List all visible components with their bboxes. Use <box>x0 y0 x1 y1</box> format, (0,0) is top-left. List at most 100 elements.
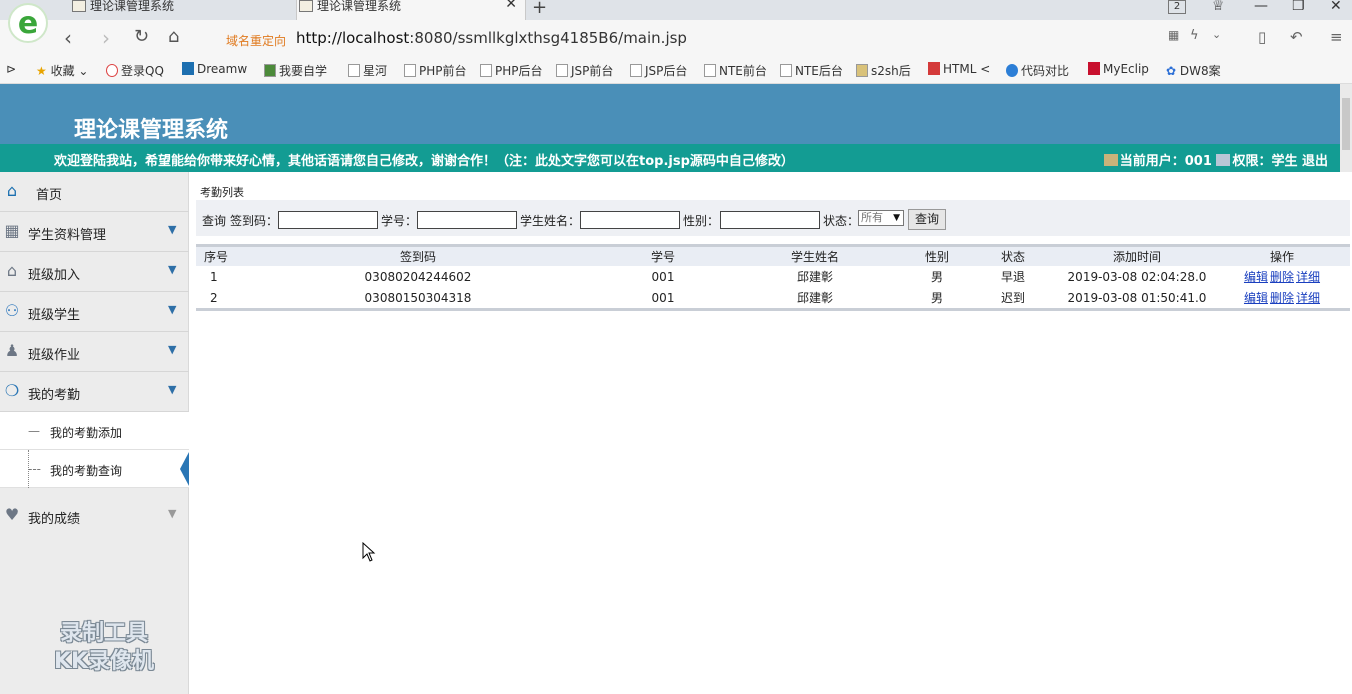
url-field[interactable]: http://localhost:8080/ssmllkglxthsg4185B… <box>296 29 687 47</box>
edit-link[interactable]: 编辑 <box>1244 291 1268 305</box>
close-window-icon[interactable]: ✕ <box>1330 0 1342 14</box>
user-info: 当前用户：001 权限：学生 退出 <box>1103 150 1328 169</box>
name-input[interactable] <box>580 211 680 229</box>
table-row: 1 03080204244602 001 邱建彰 男 早退 2019-03-08… <box>196 266 1350 288</box>
sidebar-item-student-profile[interactable]: ▦ 学生资料管理 ▼ <box>0 212 189 252</box>
sidebar-item-class-join[interactable]: ⌂ 班级加入 ▼ <box>0 252 189 292</box>
col-header: 学生姓名 <box>722 245 908 266</box>
caret-down-icon: ▼ <box>168 303 177 316</box>
caret-down-icon: ▼ <box>168 263 177 276</box>
undo-icon[interactable]: ↶ <box>1290 28 1303 46</box>
close-tab-icon[interactable]: ✕ <box>505 0 517 11</box>
sidebar-item-my-attendance[interactable]: ❍ 我的考勤 ▼ <box>0 372 189 412</box>
sidebar-item-label: 我的考勤 <box>28 388 81 403</box>
cell-actions: 编辑 删除 详细 <box>1214 288 1350 310</box>
sidebar-item-home[interactable]: ⌂ 首页 <box>0 172 189 212</box>
delete-link[interactable]: 删除 <box>1270 291 1294 305</box>
dreamweaver-icon <box>182 62 194 75</box>
sidebar-item-label: 学生资料管理 <box>28 228 107 243</box>
bookmark-icon[interactable]: ▯ <box>1258 28 1266 46</box>
bookmark-item[interactable]: JSP前台 <box>556 62 613 79</box>
scrollbar-thumb[interactable] <box>1342 98 1350 150</box>
tab-count-badge[interactable]: 2 <box>1168 0 1186 14</box>
bookmark-item[interactable]: NTE后台 <box>780 62 843 79</box>
main-content: 考勤列表 查询 签到码： 学号： 学生姓名： 性别： 状态： 所有 ▼ 查询 序号… <box>196 180 1352 690</box>
caret-down-icon: ▼ <box>168 343 177 356</box>
menu-icon[interactable]: ≡ <box>1330 28 1343 46</box>
bookmark-item[interactable]: PHP前台 <box>404 62 467 79</box>
caret-down-icon: ▼ <box>168 223 177 236</box>
forward-icon[interactable]: › <box>102 26 110 50</box>
tree-connector: — <box>28 424 40 438</box>
cell-sno: 001 <box>651 290 675 305</box>
svg-text:e: e <box>18 6 38 41</box>
tab-1-title: 理论课管理系统 <box>90 0 175 13</box>
bookmark-item[interactable]: ★ 收藏 ⌄ <box>36 62 88 79</box>
cell-sex: 男 <box>930 291 943 306</box>
image-icon <box>264 64 276 77</box>
compare-icon <box>1006 64 1018 77</box>
browser-tab-strip: e 理论课管理系统 理论课管理系统 ✕ + 2 ♕ — ❐ ✕ <box>0 0 1352 43</box>
table-header-row: 序号 签到码 学号 学生姓名 性别 状态 添加时间 操作 <box>196 245 1350 266</box>
search-query-label: 查询 <box>202 214 227 228</box>
user-icon <box>1103 154 1118 166</box>
bookmark-item[interactable]: 登录QQ <box>106 62 164 79</box>
role-icon <box>1216 154 1231 166</box>
bookmark-item[interactable]: 星河 <box>348 62 387 79</box>
chevron-down-icon[interactable]: ⌄ <box>1212 28 1221 41</box>
status-select[interactable]: 所有 ▼ <box>858 210 904 226</box>
edit-link[interactable]: 编辑 <box>1244 270 1268 284</box>
minimize-icon[interactable]: — <box>1254 0 1268 14</box>
new-tab-icon[interactable]: + <box>532 0 547 18</box>
bookmarks-bar: ⊳ ★ 收藏 ⌄ 登录QQ Dreamw 我要自学 星河 PHP前台 PHP后台… <box>0 56 1352 84</box>
sno-label: 学号： <box>381 214 418 228</box>
logout-link[interactable]: 退出 <box>1302 154 1328 169</box>
sidebar-subitem-attendance-query[interactable]: --- 我的考勤查询 <box>0 450 189 488</box>
bookmark-item[interactable]: PHP后台 <box>480 62 543 79</box>
sidebar-subitem-attendance-add[interactable]: — 我的考勤添加 <box>0 412 189 450</box>
code-input[interactable] <box>278 211 378 229</box>
redirect-label[interactable]: 域名重定向 <box>226 32 286 49</box>
search-button[interactable]: 查询 <box>908 209 946 230</box>
sidebar-item-label: 班级学生 <box>28 308 81 323</box>
welcome-text: 欢迎登陆我站，希望能给你带来好心情，其他话语请您自己修改，谢谢合作！（注：此处文… <box>54 154 794 169</box>
caret-down-icon: ▼ <box>168 383 177 396</box>
bookmark-item[interactable]: ✿ DW8案 <box>1166 62 1221 79</box>
dropdown-arrow-icon: ▼ <box>893 213 900 223</box>
sidebar-item-class-students[interactable]: ⚇ 班级学生 ▼ <box>0 292 189 332</box>
detail-link[interactable]: 详细 <box>1296 270 1320 284</box>
url-host: http://localhost <box>296 29 410 47</box>
bookmark-item[interactable]: MyEclip <box>1088 62 1149 76</box>
cell-time: 2019-03-08 02:04:28.0 <box>1067 269 1207 284</box>
skin-icon[interactable]: ♕ <box>1212 0 1225 14</box>
bookmark-item[interactable]: HTML < <box>928 62 990 76</box>
scrollbar[interactable] <box>1340 84 1352 172</box>
tab-1[interactable]: 理论课管理系统 <box>70 0 296 20</box>
bookmark-item[interactable]: Dreamw <box>182 62 247 76</box>
bookmark-item[interactable]: 代码对比 <box>1006 62 1069 79</box>
sex-input[interactable] <box>720 211 820 229</box>
cell-code: 03080150304318 <box>364 290 472 305</box>
cell-sex: 男 <box>930 270 943 284</box>
bookmark-item[interactable]: s2sh后 <box>856 62 911 79</box>
bookmark-item[interactable]: JSP后台 <box>630 62 687 79</box>
back-icon[interactable]: ‹ <box>64 26 72 50</box>
delete-link[interactable]: 删除 <box>1270 270 1294 284</box>
page-favicon-icon <box>299 0 313 12</box>
tab-2[interactable]: 理论课管理系统 ✕ <box>296 0 526 20</box>
sidebar-toggle-icon[interactable]: ⊳ <box>6 62 16 76</box>
sidebar-item-class-homework[interactable]: ♟ 班级作业 ▼ <box>0 332 189 372</box>
col-header: 序号 <box>196 245 232 266</box>
lightning-icon[interactable]: ϟ <box>1190 28 1199 43</box>
home-nav-icon[interactable]: ⌂ <box>168 26 179 47</box>
chat-icon: ❍ <box>4 381 20 400</box>
qr-icon[interactable]: ▦ <box>1168 28 1179 42</box>
detail-link[interactable]: 详细 <box>1296 291 1320 305</box>
restore-icon[interactable]: ❐ <box>1292 0 1305 14</box>
bookmark-item[interactable]: NTE前台 <box>704 62 767 79</box>
sidebar-item-my-grades[interactable]: ♥ 我的成绩 ▼ <box>0 496 189 536</box>
bookmark-item[interactable]: 我要自学 <box>264 62 327 79</box>
refresh-icon[interactable]: ↻ <box>134 26 149 47</box>
sno-input[interactable] <box>417 211 517 229</box>
col-header: 学号 <box>604 245 722 266</box>
